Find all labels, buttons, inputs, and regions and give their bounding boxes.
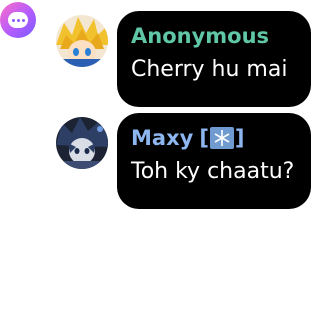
avatar-maxy[interactable]	[56, 117, 108, 169]
chat-canvas: Anonymous Cherry hu mai Maxy [] Toh ky …	[0, 0, 320, 320]
message-text: Cherry hu mai	[131, 57, 288, 82]
snowflake-icon	[209, 127, 234, 149]
chat-bubble-icon[interactable]	[0, 2, 36, 38]
avatar-anonymous[interactable]	[56, 15, 108, 67]
sender-name[interactable]: Anonymous	[131, 23, 297, 49]
message-bubble[interactable]: Maxy [ ] Toh ky chaatu?	[117, 113, 311, 209]
sender-row: Maxy [ ]	[131, 125, 297, 151]
avatar-image	[56, 15, 108, 67]
sender-name[interactable]: Maxy	[131, 125, 193, 151]
typing-dot	[21, 18, 25, 22]
typing-dot	[16, 18, 20, 22]
sender-badge: [ ]	[199, 126, 244, 150]
message-bubble[interactable]: Anonymous Cherry hu mai	[117, 11, 311, 107]
message-text: Toh ky chaatu?	[131, 159, 295, 184]
typing-dot	[11, 18, 15, 22]
badge-bracket-open: [	[199, 126, 209, 150]
chat-bubble-inner	[8, 12, 28, 28]
badge-bracket-close: ]	[234, 126, 245, 150]
avatar-image	[56, 117, 108, 169]
